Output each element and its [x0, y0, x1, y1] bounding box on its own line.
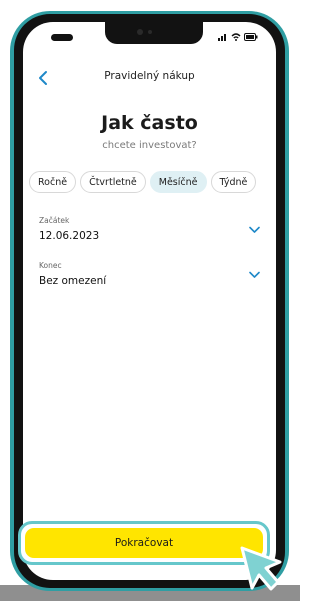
chevron-down-icon[interactable]	[249, 226, 260, 234]
app-screen: Pravidelný nákup Jak často chcete invest…	[23, 22, 276, 580]
nav-header: Pravidelný nákup	[23, 68, 276, 90]
sensor-icon	[148, 30, 152, 34]
notch	[105, 22, 203, 44]
continue-button-highlight: Pokračovat	[18, 521, 270, 565]
wifi-icon	[231, 33, 241, 41]
end-date-label: Konec	[39, 261, 62, 270]
end-date-value: Bez omezení	[39, 275, 107, 287]
chip-mesicne-selected[interactable]: Měsíčně	[149, 171, 207, 193]
question-title: Jak často	[101, 112, 198, 134]
start-date-field[interactable]: Začátek 12.06.2023	[39, 216, 262, 242]
frequency-options: Ročně Čtvrtletně Měsíčně Týdně	[29, 171, 257, 193]
chip-ctvrtletne[interactable]: Čtvrtletně	[80, 171, 146, 193]
page-title: Pravidelný nákup	[104, 70, 195, 82]
camera-icon	[137, 29, 143, 35]
chip-tydne[interactable]: Týdně	[210, 171, 257, 193]
chip-rocne[interactable]: Ročně	[29, 171, 77, 193]
chevron-down-icon[interactable]	[249, 271, 260, 279]
battery-icon	[244, 33, 258, 41]
question-subtitle: chcete investovat?	[102, 140, 197, 151]
phone-bezel: Pravidelný nákup Jak často chcete invest…	[14, 14, 285, 588]
start-date-label: Začátek	[39, 216, 70, 225]
start-date-value: 12.06.2023	[39, 230, 100, 242]
status-bar-time-pill	[51, 34, 73, 41]
pointer-cursor-icon	[240, 546, 282, 591]
signal-icon	[218, 34, 226, 41]
continue-button[interactable]: Pokračovat	[25, 528, 263, 558]
phone-frame: Pravidelný nákup Jak často chcete invest…	[10, 11, 289, 591]
end-date-field[interactable]: Konec Bez omezení	[39, 261, 262, 287]
status-icons	[218, 31, 258, 43]
